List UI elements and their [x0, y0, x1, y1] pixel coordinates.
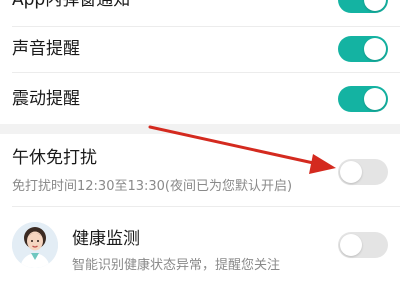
setting-row-health[interactable]: 健康监测 智能识别健康状态异常，提醒您关注 [0, 207, 400, 283]
nap-dnd-toggle[interactable] [338, 159, 388, 185]
toggle-knob [340, 234, 362, 256]
sound-toggle[interactable] [338, 36, 388, 62]
setting-row-in-app-popup[interactable]: App内弹窗通知 [0, 0, 400, 26]
section-gap [0, 124, 400, 134]
setting-row-vibration[interactable]: 震动提醒 [0, 73, 400, 124]
health-label: 健康监测 [72, 229, 140, 249]
in-app-popup-label: App内弹窗通知 [12, 0, 131, 10]
health-toggle[interactable] [338, 232, 388, 258]
female-doctor-avatar-icon [12, 222, 58, 268]
notification-settings-screen: App内弹窗通知 声音提醒 震动提醒 午休免打扰 免打扰时间12:30至13:3… [0, 0, 400, 283]
toggle-knob [364, 88, 386, 110]
nap-dnd-label: 午休免打扰 [12, 148, 97, 168]
vibration-label: 震动提醒 [12, 89, 80, 109]
sound-label: 声音提醒 [12, 39, 80, 59]
health-description: 智能识别健康状态异常，提醒您关注 [72, 258, 281, 273]
setting-row-nap-dnd[interactable]: 午休免打扰 免打扰时间12:30至13:30(夜间已为您默认开启) [0, 134, 400, 206]
vibration-toggle[interactable] [338, 86, 388, 112]
toggle-knob [364, 0, 386, 11]
toggle-knob [340, 161, 362, 183]
nap-dnd-description: 免打扰时间12:30至13:30(夜间已为您默认开启) [12, 179, 293, 194]
in-app-popup-toggle[interactable] [338, 0, 388, 13]
setting-row-sound[interactable]: 声音提醒 [0, 27, 400, 72]
toggle-knob [364, 38, 386, 60]
